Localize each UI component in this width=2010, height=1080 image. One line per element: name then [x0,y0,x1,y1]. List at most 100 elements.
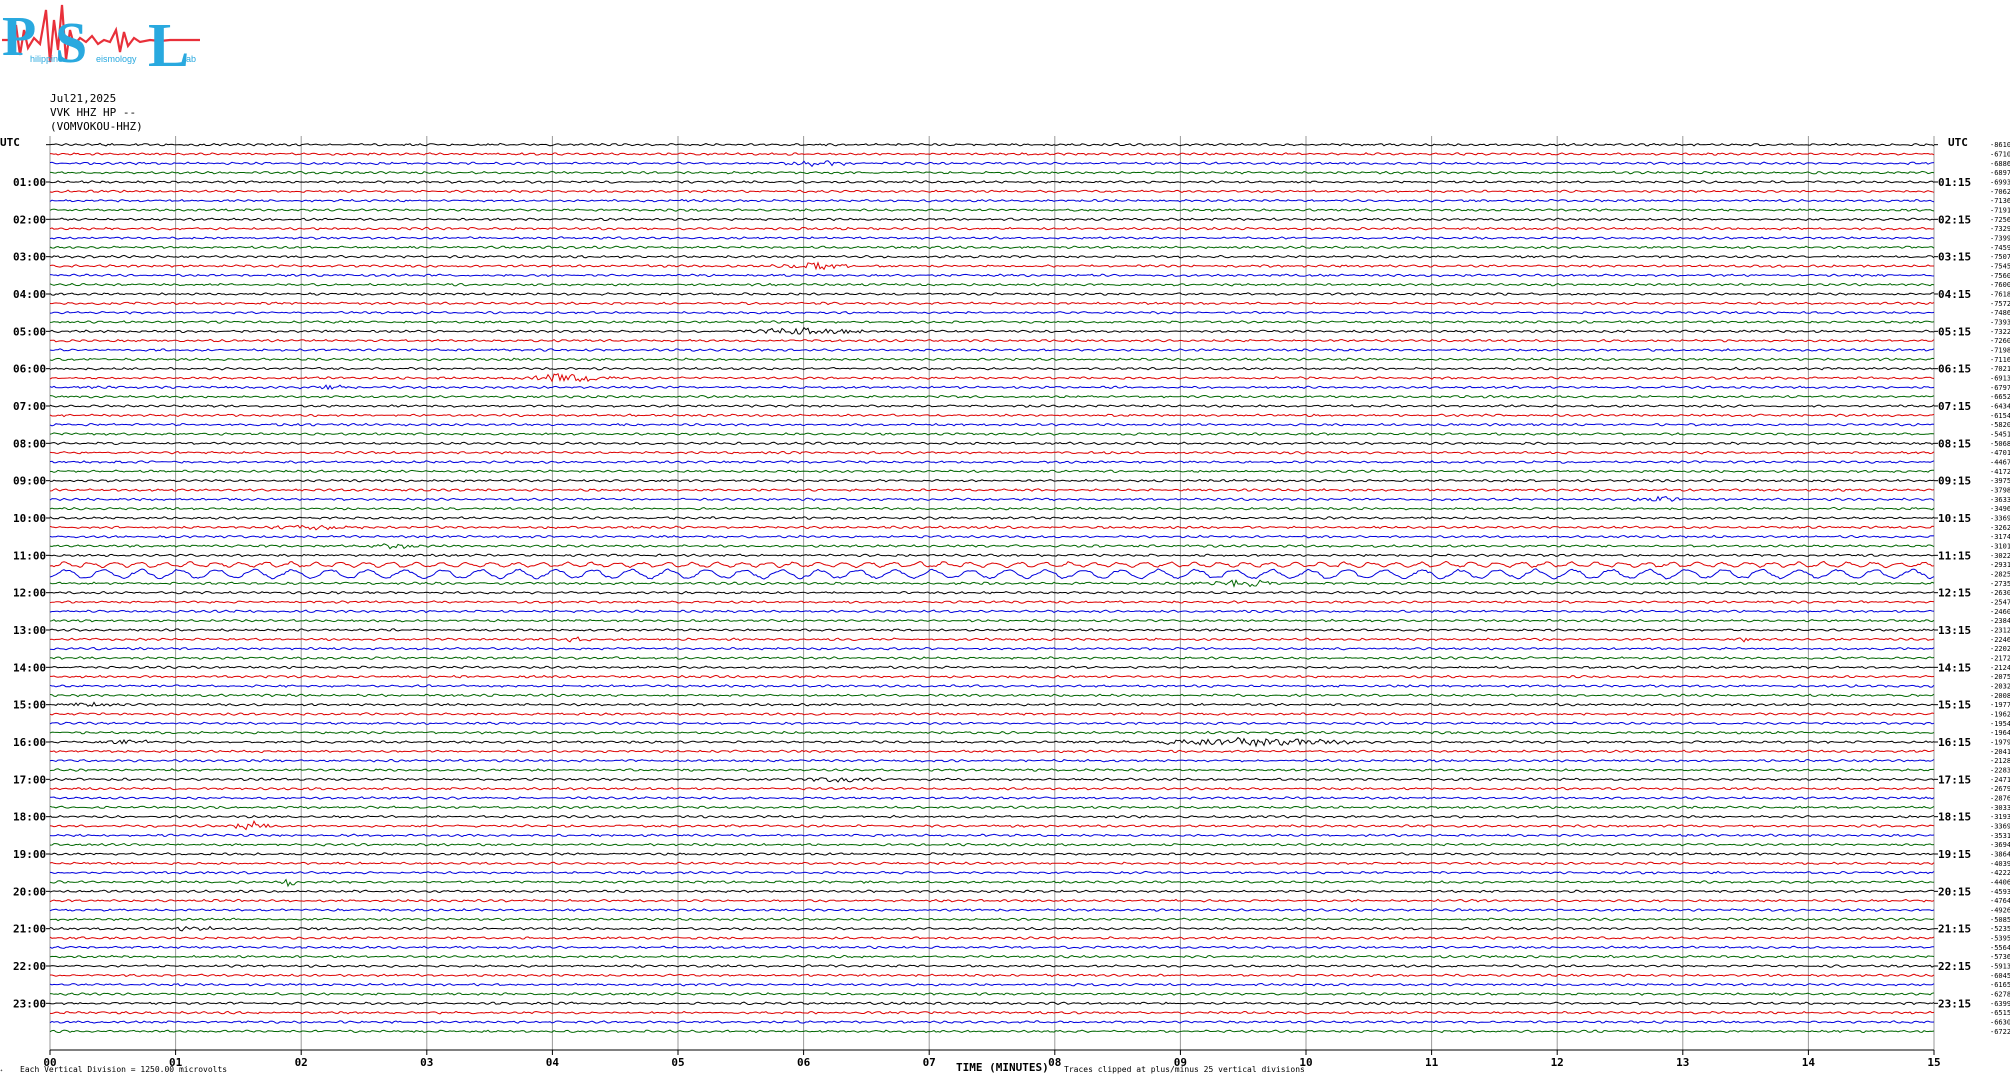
seismic-trace [49,208,1935,212]
trace-offset-label: -4222 [1990,869,2010,877]
seismic-trace [49,198,1935,203]
right-hour-label: 14:15 [1938,661,1971,674]
trace-offset-label: -3022 [1990,552,2010,560]
seismic-trace [49,665,1935,670]
seismic-trace [49,814,1935,819]
seismic-trace [49,701,1935,707]
seismic-trace [49,394,1935,399]
seismic-trace [49,282,1935,287]
right-hour-label: 01:15 [1938,176,1971,189]
right-hour-label: 19:15 [1938,848,1971,861]
seismic-trace [49,506,1935,511]
trace-offset-label: -6154 [1990,412,2010,420]
trace-offset-label: -2630 [1990,589,2010,597]
seismic-trace [49,217,1935,222]
seismic-trace [49,992,1935,996]
trace-offset-label: -5451 [1990,431,2010,439]
corner-mark: ᐩ [0,1068,3,1076]
seismic-trace [49,568,1935,580]
seismic-trace [49,170,1935,175]
x-tick-label: 03 [420,1056,433,1069]
trace-offset-label: -4172 [1990,468,2010,476]
trace-offset-label: -3798 [1990,487,2010,495]
trace-offset-label: -3369 [1990,823,2010,831]
trace-offset-label: -7545 [1990,263,2010,271]
trace-offset-label: -3193 [1990,813,2010,821]
trace-offset-label: -7136 [1990,197,2010,205]
trace-offset-label: -3033 [1990,804,2010,812]
x-tick-label: 15 [1927,1056,1940,1069]
seismic-trace [49,758,1935,763]
trace-offset-label: -4406 [1990,879,2010,887]
seismic-trace [49,590,1935,595]
right-hour-label: 15:15 [1938,699,1971,712]
trace-offset-label: -3531 [1990,832,2010,840]
trace-offset-label: -7021 [1990,365,2010,373]
right-hour-label: 10:15 [1938,512,1971,525]
x-axis-title: TIME (MINUTES) [956,1061,1049,1074]
seismic-trace [49,1020,1935,1024]
left-hour-label: 15:00 [13,699,46,712]
seismic-trace [49,618,1935,623]
trace-offset-label: -5736 [1990,953,2010,961]
right-hour-label: 11:15 [1938,549,1971,562]
left-hour-label: 13:00 [13,624,46,637]
trace-offset-label: -6886 [1990,160,2010,168]
left-hour-label: 06:00 [13,363,46,376]
right-hour-label: 16:15 [1938,736,1971,749]
seismic-trace [49,721,1935,726]
trace-offset-label: -2172 [1990,655,2010,663]
seismic-trace [49,469,1934,474]
right-axis-title: UTC [1948,136,1968,149]
seismic-trace [49,180,1935,184]
seismic-trace [49,982,1935,987]
seismic-trace [49,833,1935,838]
trace-offset-label: -2041 [1990,748,2010,756]
seismic-trace [49,730,1935,735]
right-hour-label: 18:15 [1938,811,1971,824]
seismic-trace [49,189,1935,194]
seismic-trace [49,310,1935,315]
trace-offset-label: -7329 [1990,225,2010,233]
seismic-trace [49,870,1935,875]
seismic-trace [49,534,1935,539]
x-tick-label: 08 [1048,1056,1061,1069]
trace-offset-label: -3633 [1990,496,2010,504]
seismic-trace [49,945,1935,950]
left-hour-label: 12:00 [13,587,46,600]
seismic-trace [49,488,1935,492]
seismic-trace [49,925,1934,932]
seismic-trace [49,712,1935,716]
left-hour-label: 17:00 [13,773,46,786]
trace-offset-label: -1977 [1990,701,2010,709]
seismic-trace [49,326,1935,335]
seismic-trace [49,254,1935,259]
seismic-trace [49,656,1935,660]
seismic-trace [49,338,1935,343]
seismic-trace [49,609,1935,614]
seismic-trace [49,917,1935,922]
seismic-trace [49,964,1935,968]
trace-offset-label: -3864 [1990,851,2010,859]
seismic-trace [49,422,1935,427]
right-hour-label: 05:15 [1938,325,1971,338]
grid [46,136,1938,1055]
seismic-trace [49,301,1935,306]
seismic-trace [49,805,1935,810]
seismic-trace [49,384,1935,391]
trace-offset-label: -3369 [1990,515,2010,523]
trace-offset-label: -2124 [1990,664,2010,672]
seismic-trace [49,292,1935,296]
right-hour-label: 08:15 [1938,437,1971,450]
trace-offset-label: -2246 [1990,636,2010,644]
seismic-trace [49,372,1935,383]
trace-offset-label: -2283 [1990,767,2010,775]
left-hour-label: 08:00 [13,437,46,450]
x-tick-label: 00 [43,1056,56,1069]
seismic-trace [49,450,1935,455]
seismic-trace [49,273,1935,278]
right-hour-label: 04:15 [1938,288,1971,301]
x-tick-label: 02 [295,1056,308,1069]
trace-offset-label: -7256 [1990,216,2010,224]
seismic-trace [49,636,1935,643]
